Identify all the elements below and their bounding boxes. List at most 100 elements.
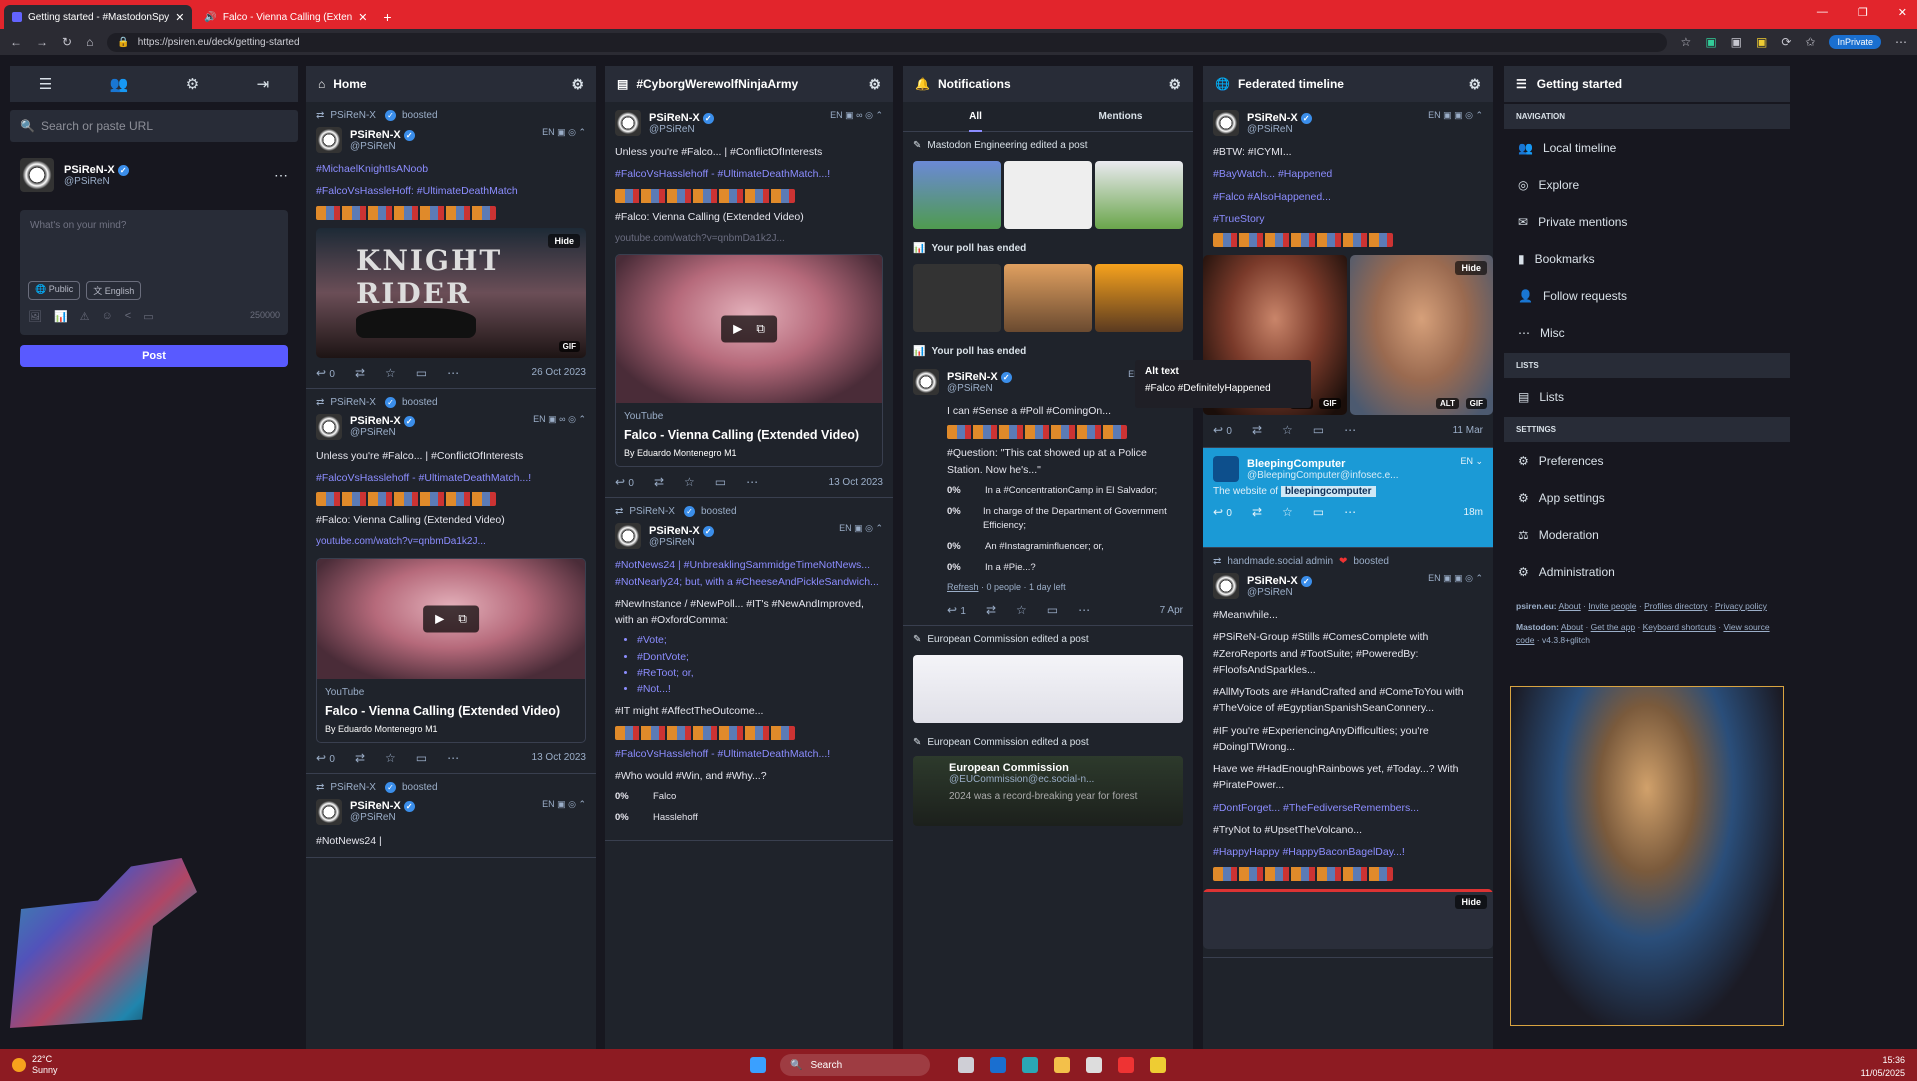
status[interactable]: ⇄ PSiReN-X ✓ boosted PSiReN-X ✓ @PSiReN EN ▣ … bbox=[306, 389, 596, 774]
footer-link[interactable]: Get the app bbox=[1591, 622, 1635, 632]
edge-icon[interactable] bbox=[1022, 1057, 1038, 1073]
more-icon[interactable]: ⋯ bbox=[1344, 505, 1356, 519]
more-icon[interactable]: ⋯ bbox=[274, 167, 288, 184]
notification-item[interactable]: ✎ European Commission edited a post bbox=[903, 626, 1193, 649]
language-button[interactable]: 文 English bbox=[86, 281, 142, 300]
image-icon[interactable]: 🖼 bbox=[28, 310, 42, 323]
extension-icon[interactable]: ▣ bbox=[1756, 35, 1767, 49]
bookmark-icon[interactable]: ▭ bbox=[416, 366, 427, 380]
external-link-icon[interactable]: ⧉ bbox=[458, 611, 467, 626]
boost-icon[interactable]: ⇄ bbox=[654, 475, 664, 489]
notification-item[interactable]: ✎ European Commission edited a post bbox=[903, 729, 1193, 752]
avatar[interactable] bbox=[1213, 110, 1239, 136]
menu-icon[interactable]: ☰ bbox=[39, 75, 52, 93]
boost-icon[interactable]: ⇄ bbox=[986, 603, 996, 617]
bookmark-icon[interactable]: ▭ bbox=[1313, 423, 1324, 437]
bookmark-icon[interactable]: ▭ bbox=[143, 310, 153, 323]
status-date[interactable]: 13 Oct 2023 bbox=[829, 477, 883, 488]
column-header[interactable]: 🌐 Federated timeline ⚙ bbox=[1203, 66, 1493, 102]
notification-item[interactable]: ✎ Mastodon Engineering edited a post bbox=[903, 132, 1193, 155]
tab-all[interactable]: All bbox=[969, 111, 982, 132]
reply-icon[interactable]: ↩ 0 bbox=[316, 366, 335, 380]
booster-name[interactable]: PSiReN-X bbox=[330, 110, 376, 121]
warning-icon[interactable]: ⚠ bbox=[80, 310, 90, 323]
status-date[interactable]: 13 Oct 2023 bbox=[532, 752, 586, 763]
poll-option[interactable]: 0% Hasslehoff bbox=[615, 811, 883, 826]
favourite-icon[interactable]: ☆ bbox=[385, 366, 396, 380]
forward-icon[interactable]: → bbox=[36, 35, 48, 49]
start-windows-icon[interactable] bbox=[750, 1057, 766, 1073]
home-icon[interactable]: ⌂ bbox=[86, 35, 93, 49]
store-icon[interactable] bbox=[1086, 1057, 1102, 1073]
status-text[interactable]: #BTW: #ICYMI... bbox=[1213, 144, 1483, 160]
status-text[interactable]: #NewInstance / #NewPoll... #IT's #NewAnd… bbox=[615, 596, 883, 629]
extension-icon[interactable]: ▣ bbox=[1731, 35, 1742, 49]
video-thumbnail[interactable]: ▶ ⧉ bbox=[317, 558, 585, 679]
bookmark-icon[interactable]: ▭ bbox=[1313, 505, 1324, 519]
status-text[interactable]: #IT might #AffectTheOutcome... bbox=[615, 703, 883, 719]
column-settings-icon[interactable]: ⚙ bbox=[868, 76, 881, 93]
status-text[interactable]: #BayWatch... #Happened bbox=[1213, 166, 1483, 182]
reply-icon[interactable]: ↩ 0 bbox=[615, 475, 634, 489]
avatar[interactable] bbox=[615, 110, 641, 136]
system-clock[interactable]: 15:36 11/05/2025 bbox=[1861, 1054, 1905, 1079]
booster-name[interactable]: PSiReN-X bbox=[629, 506, 675, 517]
status[interactable]: ⇄ PSiReN-X ✓ boosted PSiReN-X ✓ @PSiReN EN ▣ … bbox=[306, 774, 596, 859]
media-gif[interactable]: Hide ALT GIF bbox=[1349, 255, 1493, 416]
more-icon[interactable]: ⋯ bbox=[1078, 603, 1090, 617]
card-title[interactable]: Falco - Vienna Calling (Extended Video) bbox=[325, 704, 577, 718]
status-date[interactable]: 7 Apr bbox=[1160, 605, 1183, 616]
author-name[interactable]: BleepingComputer bbox=[1247, 458, 1399, 470]
favourite-icon[interactable]: ☆ bbox=[385, 751, 396, 765]
list-item[interactable]: #ReToot; or, bbox=[637, 665, 883, 681]
more-icon[interactable]: ⋯ bbox=[447, 366, 459, 380]
nav-private-mentions[interactable]: ✉ Private mentions bbox=[1504, 203, 1790, 240]
list-item[interactable]: #Vote; bbox=[637, 632, 883, 648]
nav-preferences[interactable]: ⚙ Preferences bbox=[1504, 442, 1790, 479]
new-tab-icon[interactable]: + bbox=[383, 9, 391, 25]
status-text[interactable]: #Falco: Vienna Calling (Extended Video) bbox=[316, 512, 586, 528]
status-text[interactable]: #FalcoVsHasslehoff - #UltimateDeathMatch… bbox=[615, 746, 883, 762]
list-item[interactable]: #DontVote; bbox=[637, 649, 883, 665]
status-text[interactable]: #HappyHappy #HappyBaconBagelDay...! bbox=[1213, 844, 1483, 860]
emoji-icon[interactable]: ☺ bbox=[102, 310, 113, 323]
avatar[interactable] bbox=[913, 369, 939, 395]
avatar[interactable] bbox=[1213, 456, 1239, 483]
search-input[interactable]: 🔍 Search or paste URL bbox=[10, 110, 298, 142]
hide-media-button[interactable]: Hide bbox=[1455, 894, 1487, 909]
favourite-icon[interactable]: ☆ bbox=[1282, 423, 1293, 437]
nav-moderation[interactable]: ⚖ Moderation bbox=[1504, 516, 1790, 553]
status-text[interactable]: #MichaelKnightIsANoob bbox=[316, 161, 586, 177]
hide-media-button[interactable]: Hide bbox=[548, 233, 580, 248]
taskbar-search[interactable]: 🔍 Search bbox=[780, 1054, 930, 1076]
favourite-icon[interactable]: ☆ bbox=[1016, 603, 1027, 617]
status-text[interactable]: #FalcoVsHasslehoff - #UltimateDeathMatch… bbox=[316, 470, 586, 486]
avatar[interactable] bbox=[316, 798, 342, 825]
status[interactable]: BleepingComputer @BleepingComputer@infose… bbox=[1203, 448, 1493, 549]
youtube-link[interactable]: youtube.com/watch?v=qnbmDa1k2J... bbox=[615, 231, 883, 247]
author-name[interactable]: PSiReN-X bbox=[350, 129, 401, 141]
more-icon[interactable]: ⋯ bbox=[1344, 423, 1356, 437]
boost-icon[interactable]: ⇄ bbox=[1252, 423, 1262, 437]
status-text[interactable]: #Question: "This cat showed up at a Poli… bbox=[947, 445, 1183, 478]
column-header[interactable]: ⌂ Home ⚙ bbox=[306, 66, 596, 102]
avatar[interactable] bbox=[316, 413, 342, 440]
boost-icon[interactable]: ⇄ bbox=[355, 751, 365, 765]
maximize-icon[interactable]: ❐ bbox=[1858, 6, 1868, 19]
nav-lists[interactable]: ▤ Lists bbox=[1504, 378, 1790, 415]
nav-explore[interactable]: ◎ Explore bbox=[1504, 166, 1790, 203]
compose-textarea[interactable]: What's on your mind? 🌐 Public 文 English … bbox=[20, 210, 288, 335]
close-tab-icon[interactable]: ✕ bbox=[358, 11, 367, 24]
status-date[interactable]: 11 Mar bbox=[1453, 425, 1483, 436]
tab-falco[interactable]: 🔊 Falco - Vienna Calling (Exten ✕ bbox=[196, 5, 375, 29]
task-view-icon[interactable] bbox=[958, 1057, 974, 1073]
status-text[interactable]: Have we #HadEnoughRainbows yet, #Today..… bbox=[1213, 761, 1483, 794]
more-icon[interactable]: ⋯ bbox=[1895, 35, 1907, 49]
media-preview[interactable]: Hide bbox=[1203, 888, 1493, 949]
external-link-icon[interactable]: ⧉ bbox=[756, 322, 765, 337]
refresh-icon[interactable]: ↻ bbox=[62, 35, 72, 49]
avatar[interactable] bbox=[615, 523, 641, 550]
app-icon[interactable] bbox=[1150, 1057, 1166, 1073]
nav-local-timeline[interactable]: 👥 Local timeline bbox=[1504, 129, 1790, 166]
status-text[interactable]: #Meanwhile... bbox=[1213, 607, 1483, 623]
